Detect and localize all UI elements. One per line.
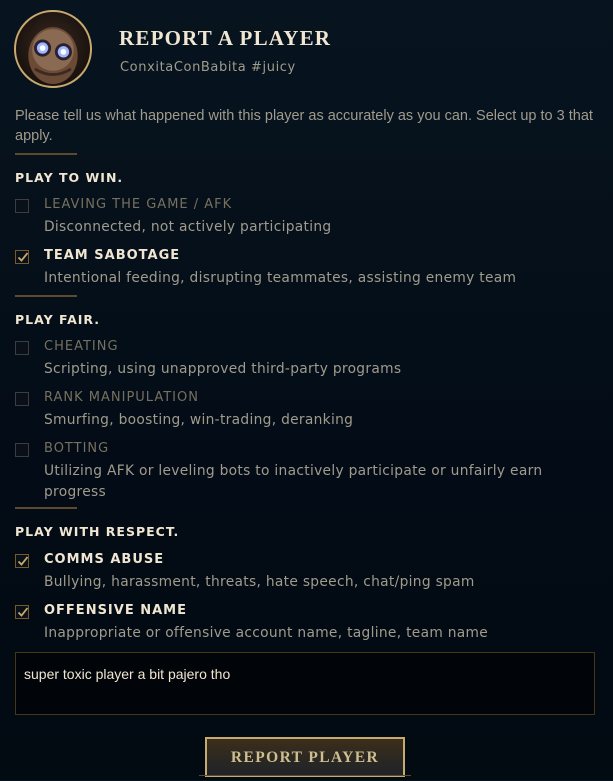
option-label: RANK MANIPULATION bbox=[44, 390, 199, 405]
option-label: TEAM SABOTAGE bbox=[44, 248, 181, 263]
option-label: LEAVING THE GAME / AFK bbox=[44, 197, 233, 212]
section-divider bbox=[15, 153, 77, 155]
option-description: Bullying, harassment, threats, hate spee… bbox=[44, 574, 475, 590]
instructions-text: Please tell us what happened with this p… bbox=[15, 108, 593, 144]
comment-textarea[interactable]: super toxic player a bit pajero tho bbox=[15, 652, 595, 715]
checkmark-icon bbox=[17, 252, 29, 262]
option-description: Intentional feeding, disrupting teammate… bbox=[44, 270, 517, 286]
section-title-play-to-win: PLAY TO WIN. bbox=[15, 170, 124, 185]
checkbox-checked[interactable] bbox=[15, 554, 29, 568]
option-description: Smurfing, boosting, win-trading, deranki… bbox=[44, 412, 354, 428]
section-title-play-fair: PLAY FAIR. bbox=[15, 312, 101, 327]
avatar bbox=[14, 10, 92, 88]
option-description: Utilizing AFK or leveling bots to inacti… bbox=[44, 463, 543, 500]
checkbox[interactable] bbox=[15, 392, 29, 406]
option-description: Scripting, using unapproved third-party … bbox=[44, 361, 402, 377]
checkbox-checked[interactable] bbox=[15, 250, 29, 264]
option-label: BOTTING bbox=[44, 441, 110, 456]
report-player-button[interactable]: REPORT PLAYER bbox=[205, 737, 405, 777]
option-label: CHEATING bbox=[44, 339, 119, 354]
option-label: COMMS ABUSE bbox=[44, 552, 165, 567]
button-frame-decoration bbox=[199, 775, 411, 781]
robot-champion-icon bbox=[28, 27, 78, 85]
report-header: REPORT A PLAYER ConxitaConBabita #juicy bbox=[14, 10, 604, 92]
section-divider bbox=[15, 507, 77, 509]
reported-player-name: ConxitaConBabita #juicy bbox=[120, 60, 296, 75]
checkbox[interactable] bbox=[15, 341, 29, 355]
checkmark-icon bbox=[17, 556, 29, 566]
section-divider bbox=[15, 295, 77, 297]
checkmark-icon bbox=[17, 607, 29, 617]
checkbox-checked[interactable] bbox=[15, 605, 29, 619]
option-label: OFFENSIVE NAME bbox=[44, 603, 187, 618]
page-title: REPORT A PLAYER bbox=[119, 26, 332, 50]
option-description: Disconnected, not actively participating bbox=[44, 219, 332, 235]
checkbox[interactable] bbox=[15, 443, 29, 457]
section-title-play-with-respect: PLAY WITH RESPECT. bbox=[15, 524, 180, 539]
option-description: Inappropriate or offensive account name,… bbox=[44, 625, 489, 641]
checkbox[interactable] bbox=[15, 199, 29, 213]
